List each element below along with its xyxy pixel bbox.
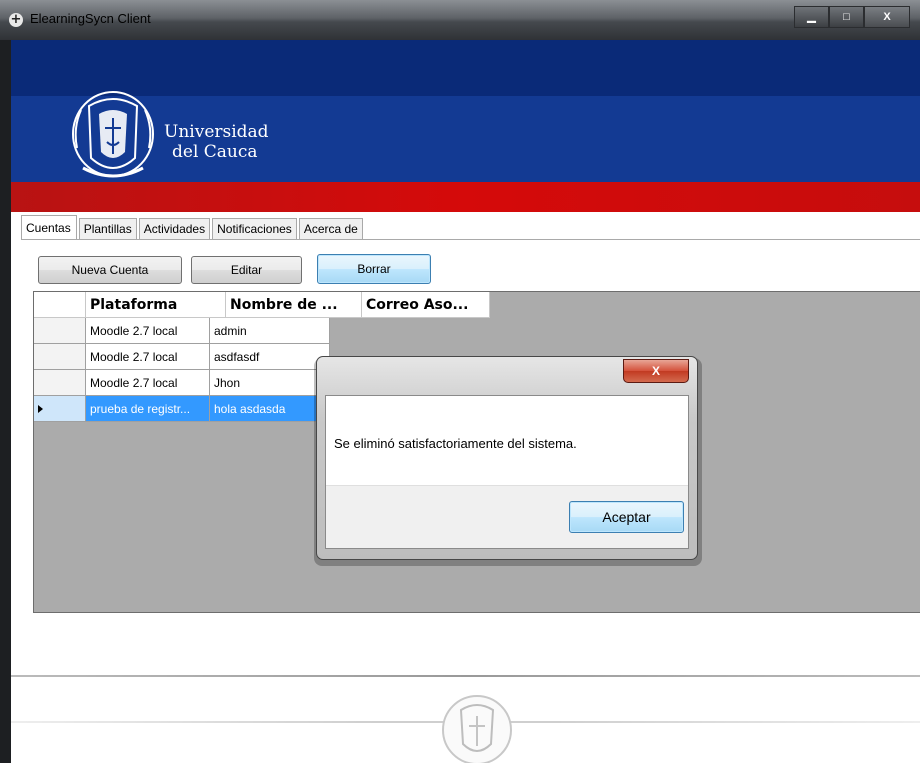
dialog-message: Se eliminó satisfactoriamente del sistem… [334, 436, 577, 451]
university-seal-logo [72, 91, 154, 178]
column-header-correo[interactable]: Correo Aso... [362, 292, 490, 318]
window-title: ElearningSycn Client [30, 11, 151, 26]
ok-button[interactable]: Aceptar [569, 501, 684, 533]
grid-corner-header [34, 292, 86, 318]
tab-notificaciones[interactable]: Notificaciones [212, 218, 297, 239]
footer-divider [11, 675, 920, 677]
column-header-nombre[interactable]: Nombre de ... [226, 292, 362, 318]
university-name: Universidad del Cauca [164, 122, 269, 162]
table-cell-name[interactable]: Jhon [210, 370, 330, 396]
message-dialog: X Se eliminó satisfactoriamente del sist… [316, 356, 698, 560]
row-header[interactable] [34, 344, 86, 370]
row-header[interactable] [34, 318, 86, 344]
current-row-arrow-icon [38, 405, 43, 413]
dialog-button-bar: Aceptar [326, 485, 688, 548]
row-header[interactable] [34, 370, 86, 396]
table-cell-platform[interactable]: Moodle 2.7 local [86, 318, 210, 344]
tab-plantillas[interactable]: Plantillas [78, 218, 137, 239]
delete-button[interactable]: Borrar [317, 254, 431, 284]
minimize-button[interactable]: ▁ [794, 6, 829, 28]
tab-actividades[interactable]: Actividades [138, 218, 211, 239]
tab-acerca-de[interactable]: Acerca de [298, 218, 363, 239]
new-account-button[interactable]: Nueva Cuenta [38, 256, 182, 284]
dialog-body: Se eliminó satisfactoriamente del sistem… [325, 395, 689, 549]
dialog-close-button[interactable]: X [623, 359, 689, 383]
row-header-selected[interactable] [34, 396, 86, 422]
tab-cuentas[interactable]: Cuentas [21, 215, 77, 239]
table-cell-name[interactable]: hola asdasda [210, 396, 330, 422]
column-header-plataforma[interactable]: Plataforma [86, 292, 226, 318]
maximize-button[interactable]: □ [829, 6, 864, 28]
client-area: Universidad del Cauca Cuentas Plantillas… [11, 40, 920, 763]
window-controls: ▁ □ X [794, 6, 910, 28]
footer-seal-logo [442, 695, 512, 763]
table-cell-name[interactable]: asdfasdf [210, 344, 330, 370]
table-cell-platform[interactable]: Moodle 2.7 local [86, 344, 210, 370]
app-window: + ElearningSycn Client ▁ □ X Universidad [0, 0, 920, 763]
university-banner: Universidad del Cauca [11, 40, 920, 212]
table-cell-platform[interactable]: prueba de registr... [86, 396, 210, 422]
title-bar[interactable]: + ElearningSycn Client ▁ □ X [0, 0, 920, 40]
main-tabs: Cuentas Plantillas Actividades Notificac… [21, 215, 365, 239]
edit-button[interactable]: Editar [191, 256, 302, 284]
table-cell-platform[interactable]: Moodle 2.7 local [86, 370, 210, 396]
university-name-line1: Universidad [164, 122, 269, 142]
app-icon: + [9, 12, 23, 27]
university-name-line2: del Cauca [172, 142, 258, 162]
window-close-button[interactable]: X [864, 6, 910, 28]
table-cell-name[interactable]: admin [210, 318, 330, 344]
